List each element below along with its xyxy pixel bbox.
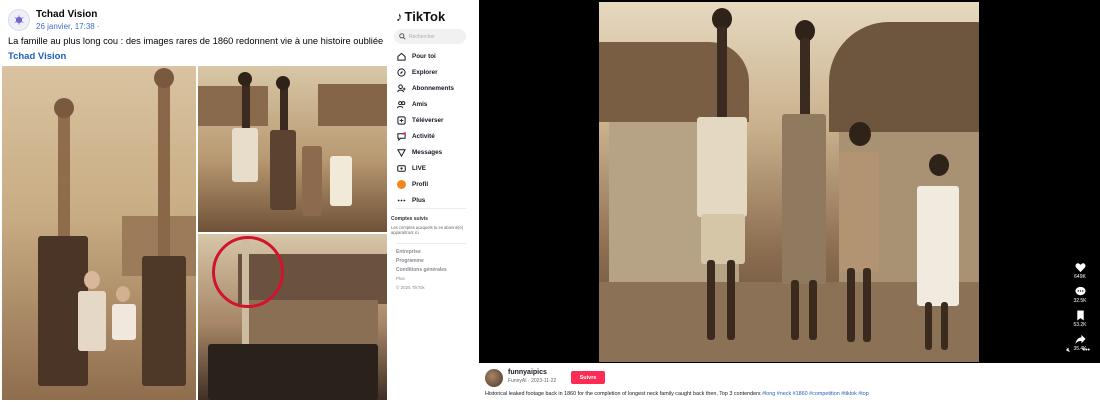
- sidebar-item-label: Amis: [412, 100, 428, 108]
- facebook-post: Tchad Vision 26 janvier, 17:38 · La fami…: [0, 0, 388, 402]
- comment-button[interactable]: 32.5K: [1068, 286, 1092, 304]
- search-placeholder: Rechercher: [409, 33, 435, 40]
- home-icon: [396, 52, 406, 61]
- comment-count: 32.5K: [1073, 298, 1087, 304]
- page-avatar[interactable]: [8, 9, 30, 31]
- highlight-circle: [212, 236, 284, 308]
- sidebar-item-label: Plus: [412, 196, 426, 204]
- sidebar-item-label: Explorer: [412, 68, 438, 76]
- mute-icon[interactable]: 🔇︎: [1066, 347, 1070, 355]
- footer-link-programme[interactable]: Programme: [396, 258, 447, 267]
- like-button[interactable]: 649K: [1068, 262, 1092, 280]
- compass-icon: [396, 67, 406, 77]
- share-icon: [1074, 334, 1086, 345]
- sidebar-item-label: Activité: [412, 132, 435, 140]
- post-image[interactable]: [2, 66, 387, 400]
- heart-icon: [1075, 263, 1085, 273]
- image-panel-left: [2, 66, 196, 400]
- sidebar-item-pour-toi[interactable]: Pour toi: [396, 48, 476, 64]
- footer-link-entreprise[interactable]: Entreprise: [396, 249, 447, 258]
- sidebar-footer: Entreprise Programme Conditions générale…: [396, 249, 447, 294]
- video-frame: [599, 2, 979, 362]
- user-subtitle: FunnyAI · 2023-11-22: [508, 378, 557, 384]
- sidebar-item-live[interactable]: LIVE: [396, 160, 476, 176]
- screenshot-root: Tchad Vision 26 janvier, 17:38 · La fami…: [0, 0, 1100, 402]
- tiktok-logo-text: TikTok: [404, 9, 446, 24]
- live-icon: [396, 164, 406, 172]
- sidebar-item-label: Téléverser: [412, 116, 444, 124]
- profile-icon: [396, 179, 406, 189]
- sidebar-item-activite[interactable]: Activité: [396, 128, 476, 144]
- sidebar-item-label: Abonnements: [412, 84, 454, 92]
- video-player[interactable]: 649K 32.5K 53.2K 35.4K 🔇︎ •••: [479, 0, 1100, 363]
- person-follow-icon: [396, 83, 406, 92]
- bookmark-button[interactable]: 53.2K: [1068, 310, 1092, 328]
- sidebar-item-abonnements[interactable]: Abonnements: [396, 80, 476, 96]
- comment-icon: [1074, 286, 1086, 296]
- upload-icon: [396, 115, 406, 125]
- footer-link-more[interactable]: Plus: [396, 276, 447, 285]
- sidebar-item-label: Profil: [412, 180, 429, 188]
- like-count: 649K: [1074, 274, 1086, 280]
- divider: [396, 243, 466, 244]
- avatar[interactable]: [485, 369, 503, 387]
- sidebar-item-label: LIVE: [412, 164, 426, 172]
- logo-icon: [14, 14, 24, 26]
- page-name[interactable]: Tchad Vision: [36, 9, 100, 20]
- sidebar-item-amis[interactable]: Amis: [396, 96, 476, 112]
- image-panel-bottom-right: [198, 234, 387, 400]
- more-icon: [397, 199, 405, 201]
- search-icon: [399, 33, 406, 40]
- sidebar-item-messages[interactable]: Messages: [396, 144, 476, 160]
- video-info: funnyaipics FunnyAI · 2023-11-22 Suivre …: [479, 363, 1100, 402]
- sidebar-item-label: Pour toi: [412, 52, 436, 60]
- follow-button[interactable]: Suivre: [571, 371, 605, 384]
- video-actions: 649K 32.5K 53.2K 35.4K: [1068, 262, 1092, 358]
- sidebar-item-profil[interactable]: Profil: [396, 176, 476, 192]
- username[interactable]: funnyaipics: [508, 369, 547, 376]
- followed-accounts: Comptes suivis Les comptes auxquels tu e…: [391, 216, 473, 235]
- sidebar-item-televerser[interactable]: Téléverser: [396, 112, 476, 128]
- video-caption: Historical leaked footage back in 1860 f…: [485, 391, 869, 397]
- sidebar-nav: Pour toi Explorer Abonnements Amis Télév…: [396, 48, 476, 208]
- messages-icon: [396, 148, 406, 157]
- footer-copyright: © 2025 TikTok: [396, 285, 425, 290]
- bookmark-icon: [1076, 310, 1084, 321]
- post-link[interactable]: Tchad Vision: [8, 51, 66, 62]
- post-date[interactable]: 26 janvier, 17:38 ·: [36, 21, 100, 32]
- followed-accounts-title: Comptes suivis: [391, 216, 428, 222]
- sidebar-item-explorer[interactable]: Explorer: [396, 64, 476, 80]
- image-panel-top-right: [198, 66, 387, 232]
- activity-icon: [396, 131, 406, 141]
- post-text: La famille au plus long cou : des images…: [8, 36, 384, 46]
- ellipsis-icon[interactable]: •••: [1083, 347, 1090, 355]
- tiktok-sidebar: ♪ TikTok Rechercher Pour toi Explorer Ab…: [388, 0, 478, 402]
- sidebar-item-plus[interactable]: Plus: [396, 192, 476, 208]
- search-input[interactable]: Rechercher: [394, 29, 466, 44]
- followed-accounts-description: Les comptes auxquels tu es abonné(e) app…: [391, 225, 464, 235]
- footer-link-conditions[interactable]: Conditions générales: [396, 267, 447, 276]
- video-controls: 🔇︎ •••: [1066, 347, 1090, 355]
- tiktok-logo[interactable]: ♪ TikTok: [396, 9, 445, 24]
- tiktok-note-icon: ♪: [396, 9, 403, 24]
- caption-text: Historical leaked footage back in 1860 f…: [485, 391, 763, 397]
- divider: [396, 208, 466, 209]
- friends-icon: [396, 100, 405, 108]
- post-header: Tchad Vision 26 janvier, 17:38 ·: [8, 6, 100, 34]
- sidebar-item-label: Messages: [412, 148, 443, 156]
- bookmark-count: 53.2K: [1073, 322, 1087, 328]
- caption-hashtags[interactable]: #long #neck #1860 #competition #tiktok #…: [762, 391, 869, 397]
